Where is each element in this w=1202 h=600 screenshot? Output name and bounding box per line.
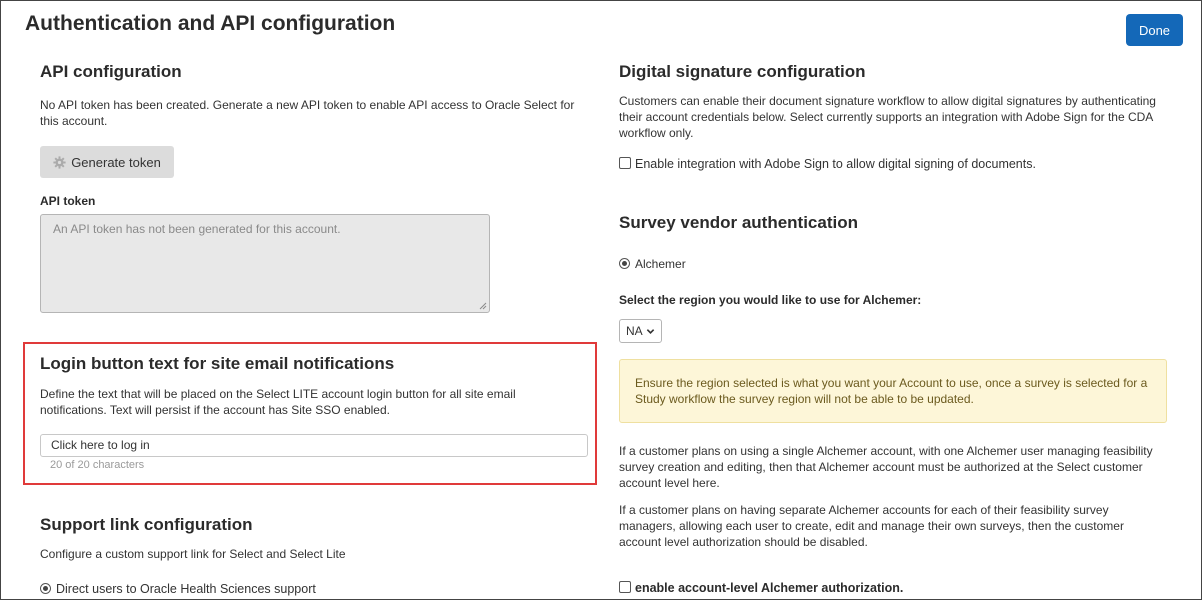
api-config-description: No API token has been created. Generate …: [40, 98, 575, 128]
region-value: NA: [626, 324, 643, 338]
digital-signature-title: Digital signature configuration: [619, 62, 866, 81]
account-level-auth-label: enable account-level Alchemer authorizat…: [635, 581, 904, 595]
checkbox-icon[interactable]: [619, 581, 631, 593]
support-link-description: Configure a custom support link for Sele…: [40, 547, 346, 561]
checkbox-icon[interactable]: [619, 157, 631, 169]
support-option-label: Direct users to Oracle Health Sciences s…: [56, 582, 316, 596]
api-token-placeholder: An API token has not been generated for …: [53, 222, 341, 236]
resize-handle-icon[interactable]: [479, 302, 487, 310]
login-button-text-input[interactable]: Click here to log in: [40, 434, 588, 457]
page-title: Authentication and API configuration: [25, 12, 396, 35]
support-option-oracle[interactable]: Direct users to Oracle Health Sciences s…: [40, 581, 316, 597]
region-select[interactable]: NA: [619, 319, 662, 343]
login-button-text-description: Define the text that will be placed on t…: [40, 387, 516, 417]
adobe-sign-option[interactable]: Enable integration with Adobe Sign to al…: [619, 156, 1036, 172]
alchemer-info-single: If a customer plans on using a single Al…: [619, 444, 1153, 490]
api-token-label: API token: [40, 194, 96, 208]
alchemer-option[interactable]: Alchemer: [619, 256, 686, 272]
adobe-sign-label: Enable integration with Adobe Sign to al…: [635, 157, 1036, 171]
radio-selected-icon[interactable]: [40, 583, 51, 594]
account-level-auth-option[interactable]: enable account-level Alchemer authorizat…: [619, 581, 903, 595]
chevron-down-icon: [646, 328, 654, 334]
character-counter: 20 of 20 characters: [50, 459, 145, 471]
done-button[interactable]: Done: [1126, 14, 1183, 46]
radio-selected-icon[interactable]: [619, 258, 630, 269]
api-token-field[interactable]: An API token has not been generated for …: [40, 214, 490, 313]
api-config-title: API configuration: [40, 62, 182, 81]
survey-vendor-title: Survey vendor authentication: [619, 213, 858, 232]
alchemer-label: Alchemer: [635, 257, 686, 271]
login-button-text-title: Login button text for site email notific…: [40, 354, 395, 373]
gear-icon: [53, 155, 66, 169]
page-frame: Authentication and API configuration Don…: [0, 0, 1202, 600]
region-label: Select the region you would like to use …: [619, 293, 922, 307]
region-warning: Ensure the region selected is what you w…: [619, 359, 1167, 423]
digital-signature-description: Customers can enable their document sign…: [619, 94, 1156, 140]
alchemer-info-separate: If a customer plans on having separate A…: [619, 503, 1124, 549]
generate-token-label: Generate token: [71, 154, 161, 170]
support-link-title: Support link configuration: [40, 515, 253, 534]
generate-token-button[interactable]: Generate token: [40, 146, 174, 178]
